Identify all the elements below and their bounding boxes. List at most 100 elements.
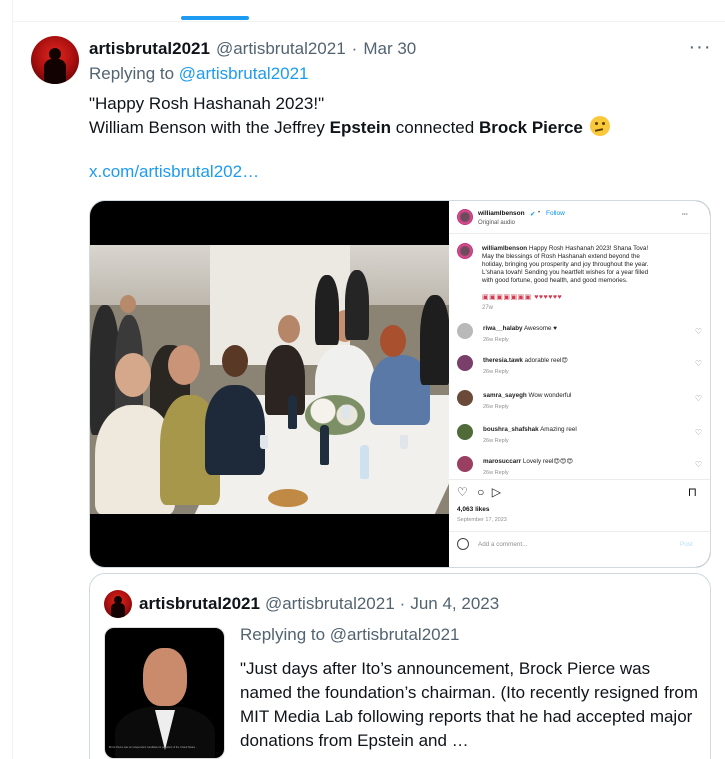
timeline-border [12, 0, 13, 759]
wine-bottle [320, 425, 329, 465]
ig-divider [449, 531, 710, 532]
ig-comment-body: Wow wonderful [528, 392, 572, 399]
quoted-thumbnail[interactable]: Brock Pierce was an independent candidat… [104, 627, 225, 759]
ig-comment-avatar [457, 424, 473, 440]
avatar-figure-body [44, 59, 66, 84]
replying-to: Replying to @artisbrutal2021 [89, 64, 309, 84]
bookmark-icon: ⊓ [687, 485, 697, 499]
quoted-avatar[interactable] [104, 590, 132, 618]
media-image[interactable]: williamlbenson ✔ • Follow Original audio… [89, 200, 711, 568]
comment-icon: ○ [477, 485, 485, 499]
ig-follow: Follow [546, 210, 565, 217]
ig-add-comment: Add a comment... [478, 541, 528, 548]
person [315, 275, 339, 345]
ig-comment-user: boushra_shafshak [483, 426, 539, 433]
active-tab-indicator [181, 16, 249, 20]
ig-comment-body: adorable reel😍 [524, 357, 568, 364]
ig-comment: samra_sayegh Wow wonderful 26w Reply ♡ [457, 390, 702, 422]
bread [268, 489, 308, 507]
text-segment: William Benson with the Jeffrey [89, 118, 330, 137]
ig-comment-user: riwa__halaby [483, 325, 523, 332]
ig-caption-age: 27w [482, 305, 494, 311]
tweet-link[interactable]: x.com/artisbrutal202… [89, 162, 259, 182]
person-head [168, 345, 200, 385]
heart-outline-icon: ♡ [694, 428, 702, 437]
person-head [380, 325, 406, 357]
ig-comment-text: theresia.tawk adorable reel😍 [483, 357, 568, 364]
ig-dot: • [538, 210, 541, 216]
avatar[interactable] [31, 36, 79, 84]
ig-comment: marosuccarr Lovely reel😍😍😍 26w Reply ♡ [457, 456, 702, 488]
ig-comment: boushra_shafshak Amazing reel 26w Reply … [457, 424, 702, 456]
ig-comment-text: marosuccarr Lovely reel😍😍😍 [483, 458, 573, 465]
thumb-caption: Brock Pierce was an independent candidat… [109, 746, 196, 749]
water-bottle [360, 445, 369, 479]
tweet-divider [12, 21, 725, 22]
quoted-text: "Just days after Ito’s announcement, Bro… [240, 659, 698, 750]
quoted-display-name[interactable]: artisbrutal2021 [139, 594, 260, 614]
display-name[interactable]: artisbrutal2021 [89, 39, 210, 59]
ig-comment-body: Awesome ♥ [523, 325, 557, 332]
avatar-figure-body [111, 603, 125, 618]
ig-comment-meta: 26w Reply [483, 369, 509, 375]
ig-comment-avatar [457, 456, 473, 472]
bold-epstein: Epstein [329, 118, 392, 137]
heart-outline-icon: ♡ [694, 394, 702, 403]
ig-comment: riwa__halaby Awesome ♥ 26w Reply ♡ [457, 323, 702, 355]
ig-actions: ♡ ○ ▷ ⊓ [457, 485, 697, 501]
ig-caption-emojis: ▣▣▣▣▣▣▣ ♥♥♥♥♥♥ [482, 294, 563, 301]
ig-more-icon: ··· [682, 212, 688, 218]
heart-icon: ♡ [457, 485, 468, 499]
heart-outline-icon: ♡ [694, 359, 702, 368]
glass [400, 435, 408, 449]
glass [342, 405, 350, 419]
ig-comment-meta: 26w Reply [483, 470, 509, 476]
tweet-text-line1: "Happy Rosh Hashanah 2023!" [89, 94, 325, 113]
flower-centerpiece [305, 395, 365, 435]
glass [260, 435, 268, 449]
thinking-face-icon [589, 116, 610, 136]
user-handle[interactable]: @artisbrutal2021 [216, 39, 346, 59]
ig-likes: 4,063 likes [457, 506, 490, 513]
quoted-header: artisbrutal2021 @artisbrutal2021 · Jun 4… [139, 594, 499, 614]
ig-comment-meta: 26w Reply [483, 337, 509, 343]
person-head [222, 345, 248, 377]
tweet-date[interactable]: Mar 30 [363, 39, 416, 59]
wine-bottle [288, 395, 297, 429]
bold-brock-pierce: Brock Pierce [478, 118, 583, 137]
ig-comment-body: Amazing reel [540, 426, 577, 433]
heart-outline-icon: ♡ [694, 460, 702, 469]
ig-comment-body: Lovely reel😍😍😍 [522, 458, 574, 465]
tweet-header: artisbrutal2021 @artisbrutal2021 · Mar 3… [89, 38, 416, 60]
ig-comment: theresia.tawk adorable reel😍 26w Reply ♡ [457, 355, 702, 387]
ig-comment-text: boushra_shafshak Amazing reel [483, 426, 577, 433]
replying-mention: @artisbrutal2021 [329, 625, 460, 644]
ig-comment-avatar [457, 355, 473, 371]
ig-caption-avatar [457, 243, 473, 259]
tweet-text: "Happy Rosh Hashanah 2023!" William Bens… [89, 92, 610, 140]
heart-outline-icon: ♡ [694, 327, 702, 336]
text-segment: connected [391, 118, 479, 137]
quoted-replying-to: Replying to @artisbrutal2021 [240, 625, 460, 645]
person-head [115, 353, 151, 397]
person [265, 345, 305, 415]
ig-comment-meta: 26w Reply [483, 438, 509, 444]
ellipsis-icon[interactable]: ··· [688, 37, 712, 59]
separator-dot: · [351, 39, 358, 58]
ig-caption-user: williamlbenson [482, 245, 528, 252]
ig-comment-avatar [457, 390, 473, 406]
ig-divider [449, 233, 710, 234]
ig-divider [449, 479, 710, 480]
person [205, 385, 265, 475]
ig-comment-text: riwa__halaby Awesome ♥ [483, 325, 557, 332]
quoted-handle[interactable]: @artisbrutal2021 [265, 594, 395, 614]
tweet-text-line2: William Benson with the Jeffrey Epstein … [89, 116, 610, 140]
ig-comment-user: theresia.tawk [483, 357, 523, 364]
quoted-date[interactable]: Jun 4, 2023 [410, 594, 499, 614]
person [345, 270, 369, 340]
thumb-face [143, 648, 187, 706]
replying-mention[interactable]: @artisbrutal2021 [179, 64, 309, 83]
ig-comment-avatar [457, 323, 473, 339]
ig-comment-text: samra_sayegh Wow wonderful [483, 392, 571, 399]
ig-caption: williamlbenson Happy Rosh Hashanah 2023!… [482, 245, 657, 285]
